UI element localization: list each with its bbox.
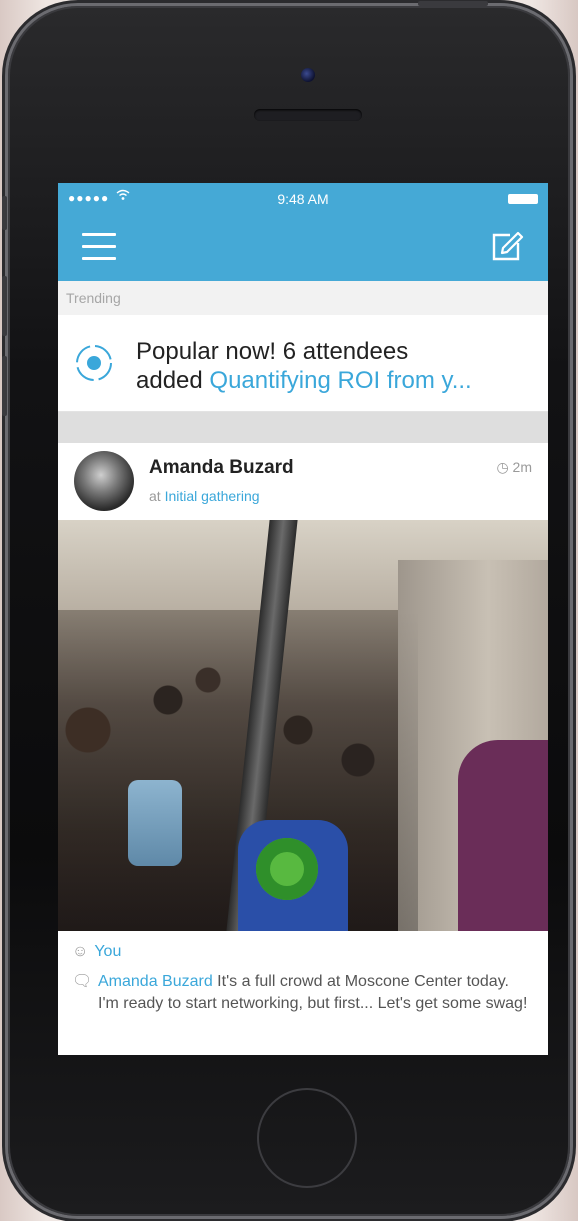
volume-up-button <box>2 276 7 336</box>
trending-card[interactable]: Popular now! 6 attendees added Quantifyi… <box>58 315 548 412</box>
power-button <box>418 1 488 6</box>
section-divider <box>58 412 548 443</box>
battery-icon <box>508 194 538 204</box>
compose-icon[interactable] <box>488 229 524 265</box>
smiley-icon: ☺ <box>72 943 89 960</box>
likes-label: You <box>94 943 122 960</box>
trending-line-1: Popular now! 6 attendees <box>136 338 409 365</box>
front-camera <box>301 68 315 82</box>
comment-bubble-icon: 🗨 <box>72 973 93 990</box>
trending-line-2: added Quantifying ROI from y... <box>136 366 538 395</box>
app-screen: ●●●●● 9:48 AM Trending Popular now! 6 at… <box>58 183 548 1055</box>
trending-section-label: Trending <box>58 281 548 315</box>
avatar[interactable] <box>74 451 134 511</box>
trending-prefix: added <box>136 367 210 394</box>
status-bar: ●●●●● 9:48 AM <box>58 183 548 215</box>
likes-row[interactable]: ☺ You <box>72 943 534 961</box>
clock-icon: ◷ <box>496 459 509 475</box>
home-button[interactable] <box>257 1088 357 1188</box>
post-photo[interactable] <box>58 520 548 931</box>
trending-target-icon <box>72 341 116 385</box>
trending-session-link[interactable]: Quantifying ROI from y... <box>209 367 471 394</box>
trending-text: Popular now! 6 attendees added Quantifyi… <box>136 337 538 395</box>
hamburger-menu-icon[interactable] <box>82 233 116 261</box>
location-prefix: at <box>149 488 165 504</box>
post-time-ago: 2m <box>512 459 532 475</box>
post-header: Amanda Buzard at Initial gathering ◷ 2m <box>58 443 548 520</box>
volume-down-button <box>2 356 7 416</box>
nav-bar <box>58 215 548 281</box>
status-time: 9:48 AM <box>277 191 329 207</box>
comment-item: 🗨 Amanda Buzard It's a full crowd at Mos… <box>72 971 534 1015</box>
earpiece-speaker <box>254 109 362 121</box>
comment-author[interactable]: Amanda Buzard <box>98 973 213 990</box>
post-comments: ☺ You 🗨 Amanda Buzard It's a full crowd a… <box>58 931 548 1055</box>
location-link[interactable]: Initial gathering <box>165 488 260 504</box>
post-location: at Initial gathering <box>149 488 260 504</box>
mute-switch <box>2 196 7 230</box>
post-author[interactable]: Amanda Buzard <box>149 457 294 479</box>
post-timestamp: ◷ 2m <box>496 459 532 476</box>
